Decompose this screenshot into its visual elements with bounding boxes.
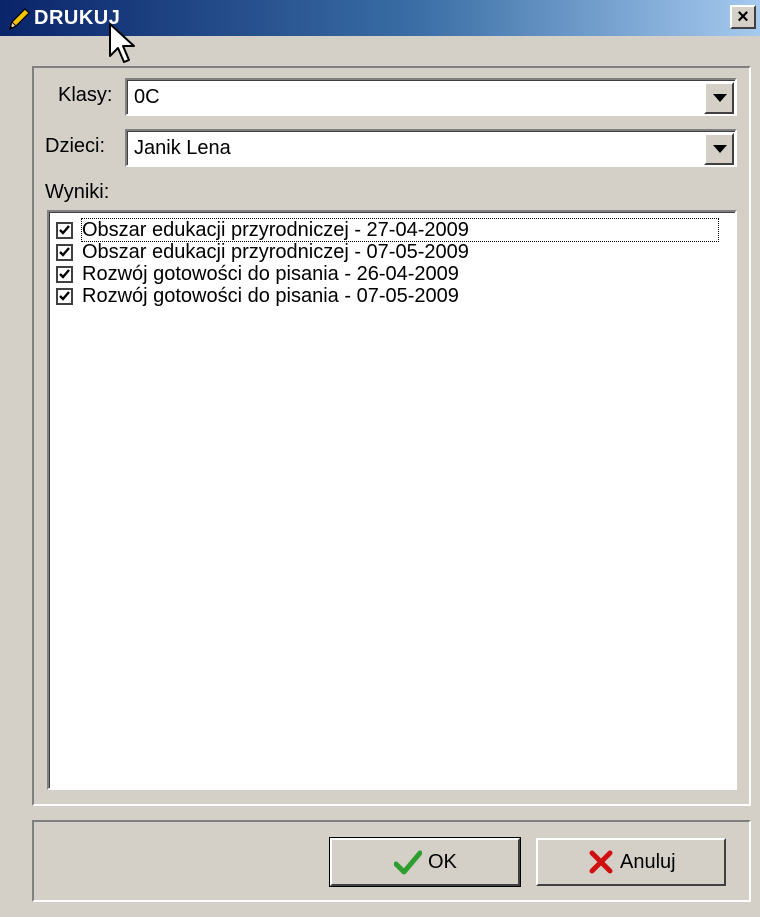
list-item-label: Rozwój gotowości do pisania - 07-05-2009 [82, 285, 459, 307]
checkbox[interactable] [56, 288, 73, 305]
checkmark-icon [59, 225, 70, 235]
klasy-dropdown-button[interactable] [704, 82, 734, 114]
mouse-cursor-icon [109, 23, 135, 63]
close-icon: × [737, 6, 749, 28]
cancel-button[interactable]: Anuluj [536, 838, 726, 886]
wyniki-label: Wyniki: [45, 181, 110, 203]
checkbox[interactable] [56, 222, 73, 239]
checkmark-icon [59, 247, 70, 257]
chevron-down-icon [713, 94, 727, 102]
dzieci-label: Dzieci: [45, 135, 106, 157]
cancel-button-label: Anuluj [620, 851, 676, 873]
checkmark-icon [394, 850, 422, 875]
pencil-icon [9, 8, 30, 31]
checkbox[interactable] [56, 266, 73, 283]
chevron-down-icon [713, 145, 727, 153]
list-item-label: Obszar edukacji przyrodniczej - 27-04-20… [81, 218, 719, 242]
klasy-combobox[interactable]: 0C [125, 78, 737, 116]
close-button[interactable]: × [730, 5, 756, 29]
ok-button-label: OK [428, 851, 457, 873]
red-x-icon [589, 850, 613, 874]
results-listbox[interactable]: Obszar edukacji przyrodniczej - 27-04-20… [47, 210, 737, 790]
list-item-label: Rozwój gotowości do pisania - 26-04-2009 [82, 263, 459, 285]
dzieci-dropdown-button[interactable] [704, 133, 734, 165]
klasy-value: 0C [134, 86, 160, 108]
checkbox[interactable] [56, 244, 73, 261]
ok-button[interactable]: OK [329, 837, 521, 887]
checkmark-icon [59, 291, 70, 301]
list-item-label: Obszar edukacji przyrodniczej - 07-05-20… [82, 241, 469, 263]
dzieci-combobox[interactable]: Janik Lena [125, 129, 737, 167]
klasy-label: Klasy: [58, 84, 113, 106]
dzieci-value: Janik Lena [134, 137, 231, 159]
checkmark-icon [59, 269, 70, 279]
